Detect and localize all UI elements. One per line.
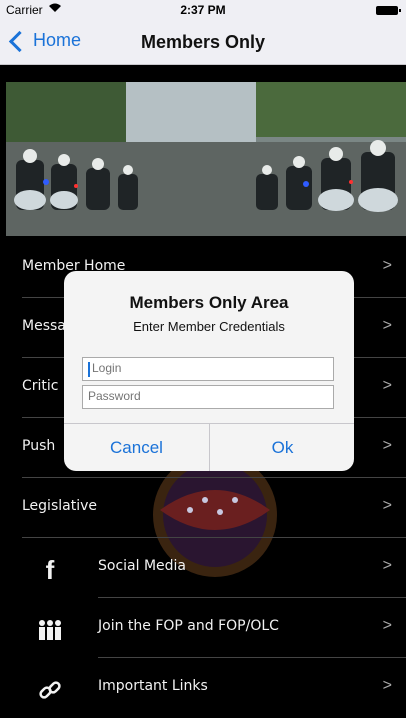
- hero-image: [6, 82, 406, 236]
- dialog-title: Members Only Area: [129, 293, 289, 312]
- menu-item-important-links[interactable]: Important Links >: [0, 658, 406, 718]
- facebook-icon: f: [45, 554, 55, 585]
- people-icon: [30, 610, 70, 650]
- nav-bar: Home Members Only: [0, 20, 406, 65]
- chevron-right-icon: >: [382, 677, 392, 694]
- login-input[interactable]: [88, 361, 332, 375]
- menu-item-legislative[interactable]: Legislative >: [0, 478, 406, 538]
- link-icon: [30, 670, 70, 710]
- menu-item-label: Messa: [22, 318, 66, 334]
- chevron-right-icon: >: [382, 317, 392, 334]
- menu-item-join[interactable]: Join the FOP and FOP/OLC >: [0, 598, 406, 658]
- menu-item-social-media[interactable]: f Social Media >: [0, 538, 406, 598]
- status-bar: Carrier 2:37 PM: [0, 0, 406, 20]
- chevron-right-icon: >: [382, 257, 392, 274]
- chevron-right-icon: >: [382, 617, 392, 634]
- page-title: Members Only: [140, 32, 266, 52]
- battery-icon: [376, 6, 401, 15]
- ok-button[interactable]: Ok: [209, 424, 354, 471]
- text-cursor: [88, 362, 90, 377]
- login-field-wrapper: [82, 357, 334, 381]
- menu-item-label: Critic: [22, 378, 59, 394]
- menu-item-label: Join the FOP and FOP/OLC: [98, 618, 279, 634]
- dialog-subtitle: Enter Member Credentials: [133, 319, 285, 334]
- status-time: 2:37 PM: [180, 3, 226, 17]
- cancel-button[interactable]: Cancel: [64, 424, 209, 471]
- menu-item-label: Important Links: [98, 678, 208, 694]
- chevron-right-icon: >: [382, 437, 392, 454]
- menu-item-label: Social Media: [98, 558, 187, 574]
- menu-item-label: Push: [22, 438, 56, 454]
- login-dialog: Members Only Area Enter Member Credentia…: [64, 271, 354, 471]
- chevron-right-icon: >: [382, 497, 392, 514]
- dialog-buttons: Cancel Ok: [64, 423, 354, 471]
- password-field-wrapper: [82, 385, 334, 409]
- chevron-right-icon: >: [382, 557, 392, 574]
- menu-item-label: Legislative: [22, 498, 97, 514]
- chevron-right-icon: >: [382, 377, 392, 394]
- password-input[interactable]: [88, 389, 328, 403]
